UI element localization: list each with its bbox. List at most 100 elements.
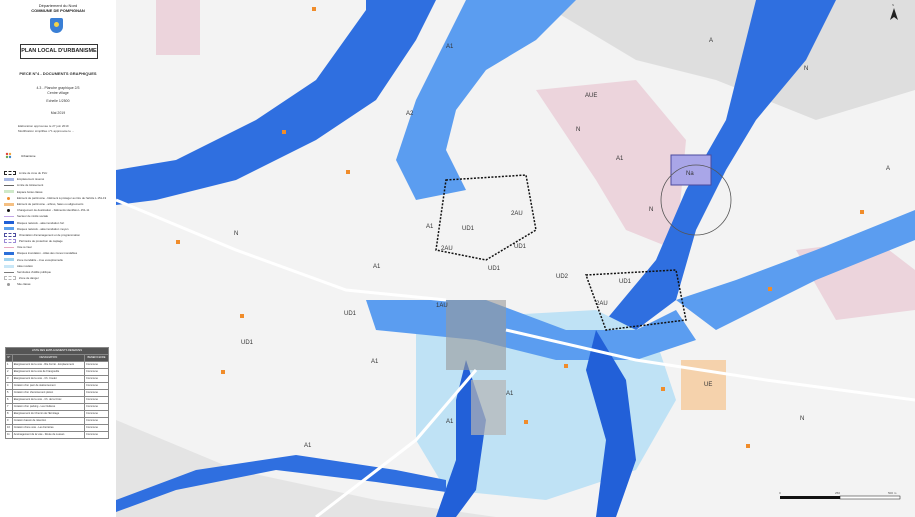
table-cell: Commune [83, 368, 110, 376]
logo-caption: Urbanisme [21, 154, 36, 158]
table-cell: 8 [5, 410, 13, 418]
table-cell: 1 [5, 361, 13, 369]
legend-swatch [4, 271, 14, 273]
zone-label-a1-north: A1 [446, 44, 454, 50]
legend-swatch [4, 202, 14, 206]
legend-swatch [4, 216, 14, 218]
zone-label-ud1-mid: UD1 [488, 266, 501, 272]
table-cell: Commune [83, 410, 110, 418]
legend-label: Risques naturels - aléa inondation moyen [17, 226, 69, 231]
plu-map-sheet: Département du Nord COMMUNE DE POMPIGNAN… [0, 0, 915, 517]
legend-swatch [4, 239, 16, 244]
zone-label-ud1-southwest: UD1 [241, 340, 254, 346]
legend-label: Orientation d'aménagement et de programm… [19, 232, 81, 237]
reserved-areas-table: LISTE DES EMPLACEMENTS RESERVES N° DESIGN… [5, 347, 110, 439]
table-row: 7 Création d'un parking - Les Oulières Com… [5, 403, 110, 411]
table-cell: 11 [5, 431, 13, 439]
sheet-date: Mai 2019 [50, 111, 66, 115]
table-cell: 10 [5, 424, 13, 432]
zone-label-a1-southcentre: A1 [446, 419, 454, 425]
table-row: 10 Création d'une voie - Les Ferrières Com… [5, 424, 110, 432]
legend-swatch [7, 283, 10, 287]
legend-label: Changement de destination - bâtiments id… [17, 208, 90, 213]
legend-label: Voie à créer [17, 245, 32, 250]
table-cell: 6 [5, 396, 13, 404]
village-core-buildings [446, 300, 506, 370]
table-cell: Création d'un parc de stationnement [11, 382, 85, 390]
legend-swatch [4, 264, 14, 268]
table-row: 4 Création d'un parc de stationnement Comm… [5, 382, 110, 390]
legend-label: Limite de lotissement [17, 183, 44, 188]
legend-label: Risques naturels - aléa inondation fort [17, 220, 65, 225]
legend-label: Secteur de mixité sociale [17, 214, 49, 219]
legend-swatch [7, 208, 10, 212]
zone-label-n-southeast: N [800, 416, 804, 422]
north-label: N [892, 3, 894, 7]
legend-label: Servitudes d'utilité publique [17, 270, 51, 274]
commune-crest-icon [50, 18, 63, 33]
zone-label-ud1-west: UD1 [344, 311, 357, 317]
legend-swatch [4, 233, 16, 238]
table-title: LISTE DES EMPLACEMENTS RESERVES [5, 347, 109, 355]
commune-name: COMMUNE DE POMPIGNAN [31, 8, 85, 13]
table-cell: Création bassin de rétention [11, 417, 85, 425]
table-cell: Commune [83, 396, 110, 404]
zoning-map[interactable]: A1 A A2 N AUE A1 Na N 2AU UD1 UD1 2AU UD… [116, 0, 915, 517]
zone-label-n-east: N [649, 207, 653, 213]
table-row: 6 Elargissement de la voie - Ch. de la Cr… [5, 396, 110, 404]
zone-label-ud1-centre: UD1 [514, 244, 527, 250]
legend-swatch [7, 196, 10, 200]
table-cell: 5 [5, 389, 13, 397]
zone-label-1au: 1AU [436, 303, 448, 309]
zone-label-a1-south: A1 [506, 391, 514, 397]
table-header-cell: N° [5, 354, 13, 362]
legend-list: Limite de zone du PLU Emplacement réservé… [4, 170, 114, 288]
table-cell: Commune [83, 375, 110, 383]
zone-label-n-north: N [576, 127, 580, 133]
modification-note: Modification simplifiée n°1 approuvée le… [18, 129, 75, 133]
scale-mid: 250 [835, 491, 840, 495]
piece-title: PIECE N°4 - DOCUMENTS GRAPHIQUES [19, 71, 97, 76]
urbanism-agency-logo [5, 152, 12, 159]
legend-label: Zone inondable - crue exceptionnelle [17, 257, 63, 262]
zone-label-aue: AUE [585, 93, 597, 99]
pink-parcel-1 [156, 0, 200, 55]
zone-label-a: A [709, 38, 713, 44]
zone-label-a1-midwest: A1 [426, 224, 434, 230]
table-cell: Commune [83, 389, 110, 397]
oap-area [670, 154, 712, 186]
table-cell: Elargissement de la voie - Ch. de la Cro… [11, 396, 85, 404]
legend-swatch [4, 247, 14, 249]
zone-label-n-west: N [234, 231, 238, 237]
legend-label: Site classé [17, 282, 31, 287]
legend-label: Risques inondation - Atlas des zones ino… [17, 251, 78, 256]
zone-label-ue: UE [704, 382, 712, 388]
table-cell: Commune [83, 431, 110, 439]
legend-swatch [4, 171, 16, 176]
table-cell: Commune [83, 417, 110, 425]
table-cell: Elargissement de la voie - Rte Ferrié - … [11, 361, 85, 369]
legend-label: Aléa modéré [17, 263, 33, 268]
table-row: 9 Création bassin de rétention Commune [5, 417, 110, 425]
table-cell: 4 [5, 382, 13, 390]
legend-swatch [4, 258, 14, 262]
table-row: 8 Elargissement du Chemin de l'Ermitage Co… [5, 410, 110, 418]
legend-swatch [4, 177, 14, 181]
table-cell: Création d'un parking - Les Oulières [11, 403, 85, 411]
zone-label-ud2: UD2 [556, 274, 569, 280]
legend-swatch [4, 221, 14, 225]
legend-item: Site classé [4, 281, 114, 287]
table-cell: Création d'une voie - Les Ferrières [11, 424, 85, 432]
table-cell: Création d'un cheminement piéton [11, 389, 85, 397]
table-cell: Elargissement de la voie - Ch. Coulet [11, 375, 85, 383]
sheet-number: 4.3 - Planche graphique 2/3 [36, 86, 80, 90]
zone-label-a1-farsouth: A1 [304, 443, 312, 449]
zone-label-a1-west: A1 [373, 264, 381, 270]
zone-label-2au-north: 2AU [511, 211, 523, 217]
table-row: 5 Création d'un cheminement piéton Commune [5, 389, 110, 397]
table-row: 11 Aménagement de la voie - Route de Luss… [5, 431, 110, 439]
legend-label: Zone de danger [19, 276, 39, 281]
table-cell: 7 [5, 403, 13, 411]
legend-swatch [4, 190, 14, 194]
table-cell: Commune [83, 382, 110, 390]
